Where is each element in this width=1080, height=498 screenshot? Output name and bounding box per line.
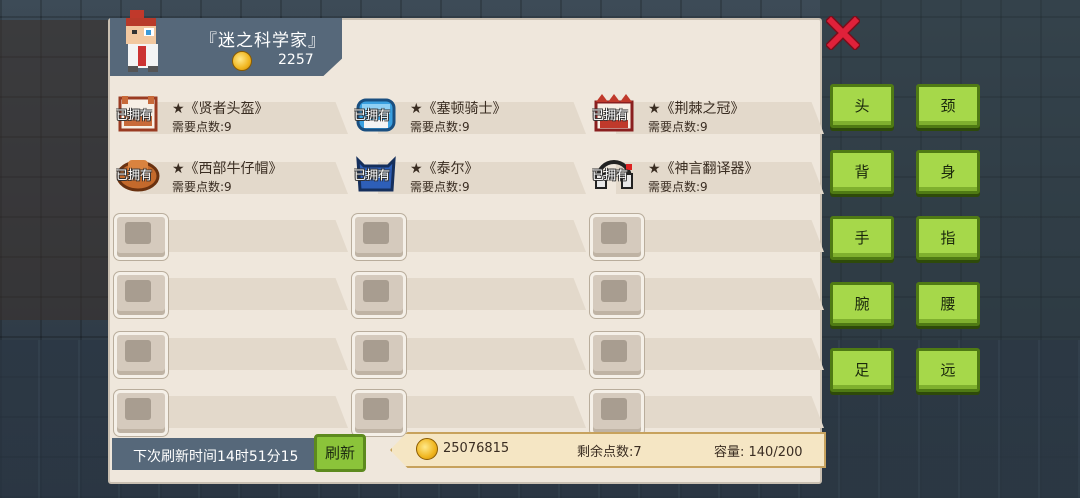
empty-slot-box xyxy=(114,332,168,378)
empty-slot-box xyxy=(352,332,406,378)
slot-bar xyxy=(140,220,348,252)
category-waist-button[interactable]: 腰 xyxy=(916,282,980,326)
item-cost: 需要点数:9 xyxy=(410,180,470,194)
item-slot[interactable]: 已拥有 ★《西部牛仔帽》 需要点数:9 xyxy=(112,160,350,194)
slot-bar xyxy=(140,396,348,428)
category-head-button[interactable]: 头 xyxy=(830,84,894,128)
item-name: ★《塞顿骑士》 xyxy=(410,101,507,117)
empty-slot-box xyxy=(114,272,168,318)
empty-slot-box xyxy=(590,214,644,260)
item-name: ★《泰尔》 xyxy=(410,161,479,177)
empty-slot[interactable] xyxy=(350,332,588,378)
item-slot[interactable]: 已拥有 ★《贤者头盔》 需要点数:9 xyxy=(112,96,350,134)
empty-slot[interactable] xyxy=(112,390,350,436)
empty-slot[interactable] xyxy=(350,390,588,436)
item-slot[interactable]: 已拥有 ★《塞顿骑士》 需要点数:9 xyxy=(350,98,588,134)
empty-slot-box xyxy=(352,214,406,260)
close-icon[interactable] xyxy=(826,16,860,50)
empty-slot[interactable] xyxy=(588,390,826,436)
slot-bar xyxy=(378,220,586,252)
item-slot[interactable]: 已拥有 ★《神言翻译器》 需要点数:9 xyxy=(588,160,826,194)
empty-slot[interactable] xyxy=(350,214,588,260)
empty-slot[interactable] xyxy=(588,332,826,378)
item-name: ★《贤者头盔》 xyxy=(172,101,269,117)
empty-slot-box xyxy=(352,390,406,436)
item-cost: 需要点数:9 xyxy=(172,120,232,134)
category-wrist-button[interactable]: 腕 xyxy=(830,282,894,326)
category-body-button[interactable]: 身 xyxy=(916,150,980,194)
category-ranged-button[interactable]: 远 xyxy=(916,348,980,392)
background-wall-left xyxy=(0,20,110,320)
owned-label: 已拥有 xyxy=(116,168,153,182)
empty-slot[interactable] xyxy=(112,272,350,318)
empty-slot-box xyxy=(590,272,644,318)
slot-bar xyxy=(378,338,586,370)
empty-slot[interactable] xyxy=(588,272,826,318)
refresh-button[interactable]: 刷新 xyxy=(314,434,366,472)
refresh-timer-text: 下次刷新时间14时51分15 xyxy=(133,449,299,465)
slot-bar xyxy=(378,396,586,428)
slot-bar xyxy=(140,278,348,310)
owned-label: 已拥有 xyxy=(354,168,391,182)
item-name: ★《神言翻译器》 xyxy=(648,161,759,177)
owned-label: 已拥有 xyxy=(116,108,153,122)
slot-bar xyxy=(378,278,586,310)
category-back-button[interactable]: 背 xyxy=(830,150,894,194)
shop-coin-count: 2257 xyxy=(278,52,314,68)
category-finger-button[interactable]: 指 xyxy=(916,216,980,260)
coin-icon xyxy=(232,51,252,71)
item-cost: 需要点数:9 xyxy=(410,120,470,134)
remaining-points: 剩余点数:7 xyxy=(577,445,642,460)
item-cost: 需要点数:9 xyxy=(648,180,708,194)
category-foot-button[interactable]: 足 xyxy=(830,348,894,392)
item-slot[interactable]: 已拥有 ★《荆棘之冠》 需要点数:9 xyxy=(588,94,826,134)
capacity: 容量: 140/200 xyxy=(714,445,803,460)
shop-title: 『迷之科学家』 xyxy=(200,31,326,51)
empty-slot[interactable] xyxy=(588,214,826,260)
slot-bar xyxy=(616,396,824,428)
category-hand-button[interactable]: 手 xyxy=(830,216,894,260)
slot-bar xyxy=(616,278,824,310)
item-cost: 需要点数:9 xyxy=(172,180,232,194)
empty-slot[interactable] xyxy=(112,214,350,260)
total-coins: 25076815 xyxy=(443,441,510,456)
owned-label: 已拥有 xyxy=(592,168,629,182)
empty-slot-box xyxy=(114,214,168,260)
owned-label: 已拥有 xyxy=(354,108,391,122)
empty-slot[interactable] xyxy=(112,332,350,378)
merchant-avatar xyxy=(126,10,158,72)
empty-slot-box xyxy=(590,390,644,436)
empty-slot[interactable] xyxy=(350,272,588,318)
owned-label: 已拥有 xyxy=(592,108,629,122)
category-neck-button[interactable]: 颈 xyxy=(916,84,980,128)
coin-icon xyxy=(416,438,438,460)
slot-bar xyxy=(616,220,824,252)
item-slot[interactable]: 已拥有 ★《泰尔》 需要点数:9 xyxy=(350,156,588,194)
item-name: ★《荆棘之冠》 xyxy=(648,101,745,117)
slot-bar xyxy=(616,338,824,370)
empty-slot-box xyxy=(352,272,406,318)
empty-slot-box xyxy=(590,332,644,378)
slot-bar xyxy=(140,338,348,370)
item-name: ★《西部牛仔帽》 xyxy=(172,161,283,177)
empty-slot-box xyxy=(114,390,168,436)
item-cost: 需要点数:9 xyxy=(648,120,708,134)
